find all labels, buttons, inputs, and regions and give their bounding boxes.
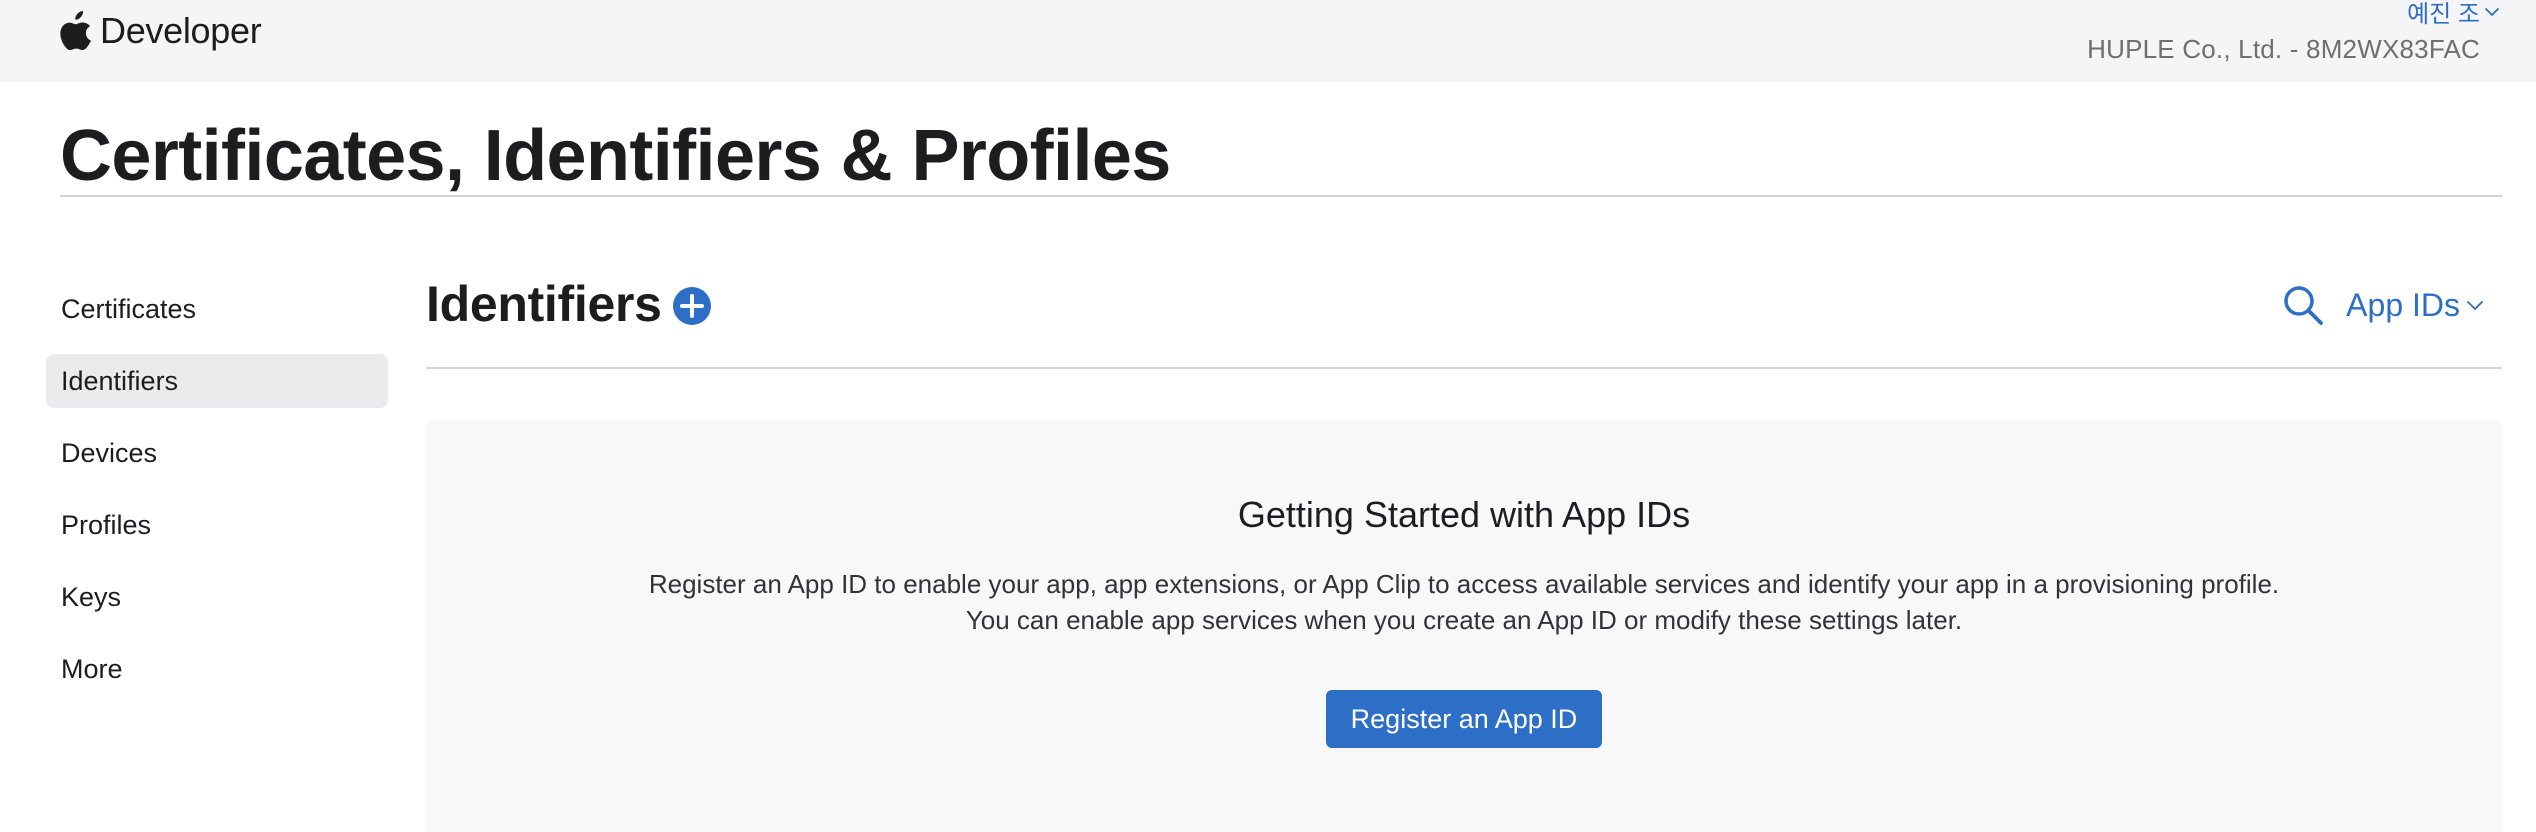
brand-label: Developer <box>100 10 262 51</box>
sidebar-item-label: Devices <box>61 437 158 468</box>
chevron-down-icon <box>2467 301 2483 310</box>
sidebar-item-devices[interactable]: Devices <box>46 426 388 480</box>
empty-state-panel: Getting Started with App IDs Register an… <box>426 420 2502 832</box>
sidebar-item-label: Keys <box>61 581 122 612</box>
sidebar-item-label: Identifiers <box>61 365 179 396</box>
search-icon[interactable] <box>2282 284 2324 326</box>
plus-circle-icon[interactable] <box>672 286 712 326</box>
account-menu[interactable]: 예진 조 <box>2407 0 2500 29</box>
team-label: HUPLE Co., Ltd. - 8M2WX83FAC <box>2087 34 2480 64</box>
empty-state-line: Register an App ID to enable your app, a… <box>648 569 2280 599</box>
identifier-type-select[interactable]: App IDs <box>2346 287 2484 324</box>
sidebar-item-certificates[interactable]: Certificates <box>46 282 388 336</box>
register-app-id-button[interactable]: Register an App ID <box>1326 690 1602 748</box>
empty-state-line: You can enable app services when you cre… <box>965 605 1963 635</box>
apple-logo-icon <box>60 11 91 51</box>
sidebar-item-more[interactable]: More <box>46 642 388 696</box>
empty-state-title: Getting Started with App IDs <box>1237 494 1691 535</box>
sidebar-item-keys[interactable]: Keys <box>46 570 388 624</box>
sidebar-item-profiles[interactable]: Profiles <box>46 498 388 552</box>
section-actions: App IDs <box>2282 280 2484 330</box>
developer-brand-link[interactable]: Developer <box>60 8 262 54</box>
chevron-down-icon <box>2485 7 2499 16</box>
section-divider <box>426 367 2502 369</box>
sidebar-item-label: More <box>61 653 123 684</box>
empty-state-description: Register an App ID to enable your app, a… <box>426 566 2502 638</box>
filter-label: App IDs <box>2346 286 2460 323</box>
sidebar-item-label: Profiles <box>61 509 152 540</box>
sidebar-item-label: Certificates <box>61 293 197 324</box>
title-divider <box>60 195 2502 197</box>
section-title-group: Identifiers <box>426 270 712 338</box>
section-header: Identifiers App IDs <box>426 270 2502 370</box>
user-name: 예진 조 <box>2407 1 2480 28</box>
global-header: Developer 예진 조 HUPLE Co., Ltd. - 8M2WX83… <box>0 0 2536 82</box>
page-title: Certificates, Identifiers & Profiles <box>60 116 1171 196</box>
section-title: Identifiers <box>426 276 662 332</box>
sidebar-nav: Certificates Identifiers Devices Profile… <box>46 282 388 714</box>
sidebar-item-identifiers[interactable]: Identifiers <box>46 354 388 408</box>
